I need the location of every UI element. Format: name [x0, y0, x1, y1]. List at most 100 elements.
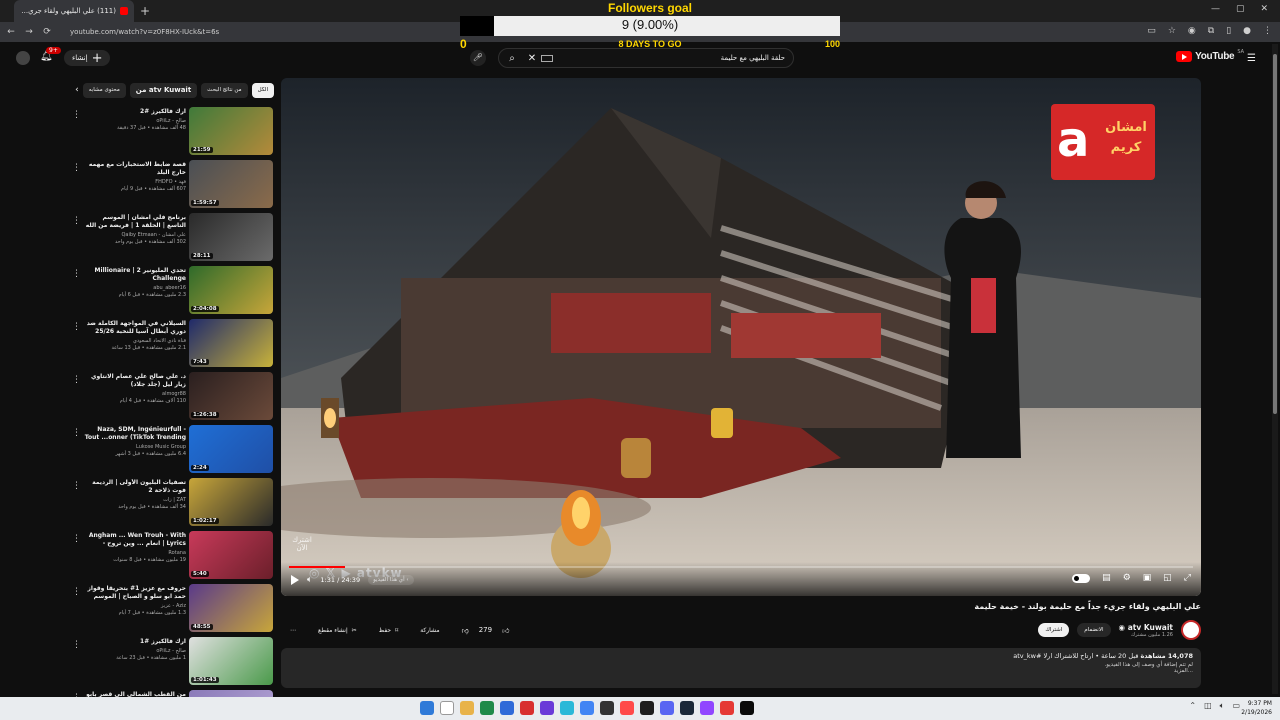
sidepanel-icon[interactable]: ▯: [1226, 26, 1231, 36]
related-video-thumbnail[interactable]: 1:26:38: [189, 372, 273, 420]
description-box[interactable]: 14,078 مشاهدة قبل 20 ساعة • ارتاح للاشتر…: [281, 648, 1201, 688]
more-options-icon[interactable]: ⋮: [72, 269, 81, 279]
more-options-icon[interactable]: ⋮: [72, 375, 81, 385]
save-button[interactable]: حفظ ⌑: [373, 622, 405, 638]
autoplay-toggle[interactable]: [1072, 573, 1091, 583]
related-video-thumbnail[interactable]: 1:01:43: [189, 637, 273, 685]
filter-chip[interactable]: الكل: [251, 82, 274, 98]
related-video-thumbnail[interactable]: 48:55: [189, 584, 273, 632]
browser-menu-icon[interactable]: ⋮: [1263, 26, 1272, 36]
steam-icon[interactable]: [680, 701, 694, 715]
related-video-item[interactable]: ⋮ قصة ضابط الاستخبارات مع مهمه خارج البلد…: [70, 159, 274, 212]
related-video-item[interactable]: ⋮ تحدي المليونير 2 | Millionaire Challeng…: [70, 265, 274, 318]
app-icon-4[interactable]: [540, 701, 554, 715]
cast-icon[interactable]: ▭: [1147, 26, 1156, 36]
app-icon-2[interactable]: [500, 701, 514, 715]
tray-chevron-icon[interactable]: ⌃: [1189, 701, 1196, 711]
related-video-item[interactable]: ⋮ ارك فالكيرز #1 صالح - oPiiLz 1 مليون مشاه…: [70, 636, 274, 689]
chevron-left-icon[interactable]: ‹: [75, 85, 79, 95]
related-video-thumbnail[interactable]: 2:04:08: [189, 266, 273, 314]
volume-icon[interactable]: 🔈︎: [307, 575, 312, 585]
related-video-item[interactable]: ⋮ تصفيات البليون الأولى | الرديمة فوت ذلا…: [70, 477, 274, 530]
close-window-icon[interactable]: ✕: [1260, 4, 1268, 14]
youtube-logo[interactable]: YouTube SA: [1176, 49, 1244, 62]
extension-icon[interactable]: ◉: [1188, 26, 1196, 36]
more-options-icon[interactable]: ⋮: [72, 481, 81, 491]
filter-chip[interactable]: من نتائج البحث: [201, 82, 248, 98]
related-video-thumbnail[interactable]: 28:11: [189, 213, 273, 261]
file-explorer-icon[interactable]: [460, 701, 474, 715]
more-options-icon[interactable]: ⋮: [72, 640, 81, 650]
seek-bar[interactable]: [289, 566, 1193, 568]
network-icon[interactable]: ◫: [1204, 701, 1212, 711]
miniplayer-icon[interactable]: ▣: [1143, 573, 1152, 583]
scroll-thumb[interactable]: [1273, 54, 1277, 414]
notifications-bell-icon[interactable]: 🔔︎ 9+: [40, 47, 61, 65]
guide-menu-icon[interactable]: ☰: [1247, 53, 1256, 64]
app-icon-6[interactable]: [600, 701, 614, 715]
related-video-thumbnail[interactable]: 7:43: [189, 319, 273, 367]
settings-gear-icon[interactable]: ⚙: [1123, 573, 1131, 583]
app-icon-9[interactable]: [700, 701, 714, 715]
subtitles-icon[interactable]: ▤: [1102, 573, 1111, 583]
more-options-icon[interactable]: ⋮: [72, 534, 81, 544]
clear-search-icon[interactable]: ✕: [525, 53, 539, 64]
search-icon[interactable]: ⌕: [499, 53, 525, 64]
more-options-icon[interactable]: ⋮: [72, 110, 81, 120]
more-options-icon[interactable]: ⋮: [72, 587, 81, 597]
chrome-taskbar-icon[interactable]: [580, 701, 594, 715]
browser-tab-youtube[interactable]: (111) علي البليهي ولقاء جري...: [14, 0, 134, 22]
app-icon-8[interactable]: [640, 701, 654, 715]
more-options-icon[interactable]: ⋮: [72, 163, 81, 173]
related-video-thumbnail[interactable]: 2:24: [189, 425, 273, 473]
account-avatar[interactable]: [16, 51, 30, 65]
app-icon-5[interactable]: [560, 701, 574, 715]
battery-icon[interactable]: ▭: [1232, 701, 1240, 711]
keyboard-icon[interactable]: [541, 54, 553, 62]
related-video-thumbnail[interactable]: 1:02:17: [189, 478, 273, 526]
profile-icon[interactable]: ●: [1243, 26, 1251, 36]
back-icon[interactable]: ←: [4, 27, 18, 37]
filter-chip[interactable]: من atv Kuwait: [129, 82, 198, 98]
fullscreen-icon[interactable]: ⤢: [1184, 573, 1191, 583]
subscribe-button[interactable]: اشتراك: [1038, 623, 1070, 637]
start-icon[interactable]: [420, 701, 434, 715]
voice-search-icon[interactable]: 🎤︎: [470, 50, 486, 66]
system-clock[interactable]: 9:37 PM 2/19/2026: [1241, 699, 1272, 717]
app-icon-7[interactable]: [620, 701, 634, 715]
volume-tray-icon[interactable]: 🔈︎: [1220, 701, 1225, 711]
description-more[interactable]: ...المزيد: [289, 668, 1193, 674]
related-video-item[interactable]: ⋮ Angham ... Wen Trouh - With Lyrics | ان…: [70, 530, 274, 583]
related-video-item[interactable]: ⋮ السيلاني في المواجهة الكاملة ضد دوري أب…: [70, 318, 274, 371]
related-video-item[interactable]: ⋮ حروف مع عزيز 1# بتحريقا وقواز حمد ابو س…: [70, 583, 274, 636]
more-options-icon[interactable]: ⋮: [72, 428, 81, 438]
cast-player-icon[interactable]: ◱: [1163, 573, 1172, 583]
play-icon[interactable]: [291, 575, 299, 585]
related-video-thumbnail[interactable]: 5:40: [189, 531, 273, 579]
bookmark-star-icon[interactable]: ☆: [1168, 26, 1176, 36]
video-player[interactable]: a امشان كريم اشترك الآن ◎ 𝕏 ▶ atvkw 🔈︎ 1…: [281, 78, 1201, 596]
page-scrollbar[interactable]: [1272, 44, 1278, 694]
extensions-puzzle-icon[interactable]: ⧉: [1208, 26, 1214, 36]
channel-avatar[interactable]: [1181, 620, 1201, 640]
more-actions-icon[interactable]: ⋯: [284, 622, 302, 638]
create-button[interactable]: إنشاء +: [64, 50, 111, 66]
discord-icon[interactable]: [660, 701, 674, 715]
app-icon-10[interactable]: [720, 701, 734, 715]
related-video-item[interactable]: ⋮ ارك فالكيرز #2 صالح - oPiiLz 48 ألف مشاهد…: [70, 106, 274, 159]
channel-name[interactable]: atv Kuwait ◉: [1119, 623, 1173, 632]
minimize-icon[interactable]: —: [1211, 4, 1220, 14]
related-video-thumbnail[interactable]: 1:59:57: [189, 160, 273, 208]
related-video-thumbnail[interactable]: 21:59: [189, 107, 273, 155]
related-video-item[interactable]: ⋮ برنامج فلي امشان | الموسم التاسع | الحل…: [70, 212, 274, 265]
search-input[interactable]: [553, 54, 793, 62]
related-video-item[interactable]: ⋮ Naza, SDM, Ingénieurfull - Tout ...onne…: [70, 424, 274, 477]
like-icon[interactable]: 👍︎: [502, 626, 509, 635]
related-video-item[interactable]: ⋮ د. علي صالح علي عصام الانتاوي زيار ليل …: [70, 371, 274, 424]
search-taskbar-icon[interactable]: [440, 701, 454, 715]
join-button[interactable]: الانضمام: [1077, 623, 1111, 637]
more-options-icon[interactable]: ⋮: [72, 322, 81, 332]
new-tab-icon[interactable]: +: [140, 4, 150, 18]
filter-chip[interactable]: محتوى مشابه: [82, 82, 126, 98]
chapter-button[interactable]: › أي هذا الفيديو: [368, 575, 414, 585]
